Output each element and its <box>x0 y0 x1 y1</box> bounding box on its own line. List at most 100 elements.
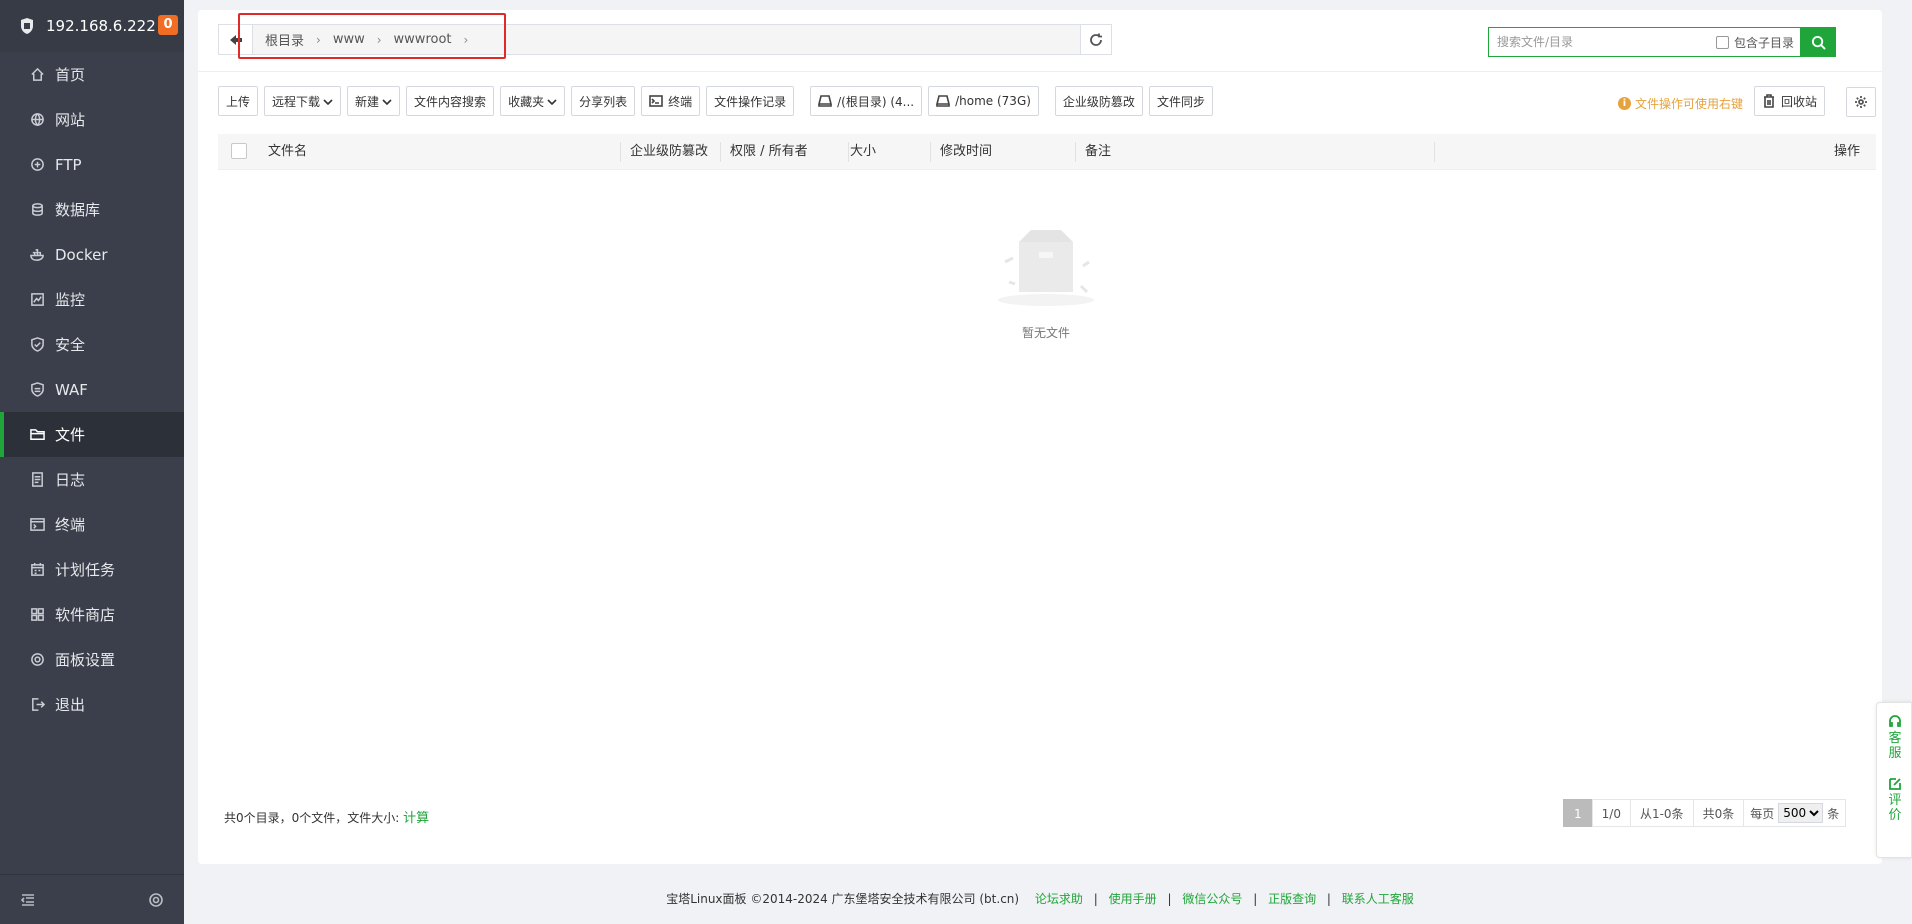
favorites-button[interactable]: 收藏夹 <box>500 86 566 116</box>
sidebar-item-label: 监控 <box>55 291 86 309</box>
include-subdir-label: 包含子目录 <box>1733 35 1794 50</box>
tamper-proof-button[interactable]: 企业级防篡改 <box>1054 86 1143 116</box>
sidebar-item-monitor[interactable]: 监控 <box>0 277 184 322</box>
search-box: 包含子目录 <box>1488 27 1836 57</box>
sidebar-item-website[interactable]: 网站 <box>0 97 184 142</box>
sidebar-item-ftp[interactable]: FTP <box>0 142 184 187</box>
customer-service-button[interactable]: 客 服 <box>1877 703 1912 761</box>
view-settings-button[interactable] <box>1846 87 1876 117</box>
gear-icon <box>29 652 45 668</box>
sidebar-item-label: FTP <box>55 155 82 174</box>
include-subdir-checkbox[interactable]: 包含子目录 <box>1715 34 1800 51</box>
per-page: 每页 500 条 <box>1743 799 1847 827</box>
sidebar-item-database[interactable]: 数据库 <box>0 187 184 232</box>
remote-download-label: 远程下载 <box>272 94 321 109</box>
per-page-unit: 条 <box>1827 806 1840 821</box>
sidebar-item-cron[interactable]: 计划任务 <box>0 547 184 592</box>
col-actions: 操作 <box>1833 144 1860 159</box>
waf-shield-icon <box>29 382 45 398</box>
search-icon <box>1811 35 1826 50</box>
right-click-tip: i 文件操作可使用右键 <box>1618 95 1743 112</box>
sidebar-item-label: 首页 <box>55 66 86 84</box>
checkbox-icon[interactable] <box>1715 35 1729 49</box>
bt-logo-icon <box>21 18 33 34</box>
review-char-2: 价 <box>1888 808 1902 823</box>
database-icon <box>29 202 45 218</box>
col-size[interactable]: 大小 <box>850 134 876 170</box>
content-search-button[interactable]: 文件内容搜索 <box>406 86 495 116</box>
breadcrumb-wwwroot[interactable]: wwwroot <box>388 32 458 47</box>
sidebar-item-docker[interactable]: Docker <box>0 232 184 277</box>
remote-download-button[interactable]: 远程下载 <box>264 86 342 116</box>
folder-icon <box>29 427 45 443</box>
footer-link-support[interactable]: 联系人工客服 <box>1342 892 1414 906</box>
terminal-button[interactable]: 终端 <box>641 86 701 116</box>
calculate-size-link[interactable]: 计算 <box>403 811 429 826</box>
sidebar-item-waf[interactable]: WAF <box>0 367 184 412</box>
headset-icon <box>1889 715 1901 727</box>
breadcrumb-www[interactable]: www <box>327 32 371 47</box>
sidebar-item-home[interactable]: 首页 <box>0 52 184 97</box>
sidebar-item-store[interactable]: 软件商店 <box>0 592 184 637</box>
chevron-right-icon[interactable]: › <box>458 33 475 47</box>
sidebar-item-logs[interactable]: 日志 <box>0 457 184 502</box>
breadcrumb-root[interactable]: 根目录 <box>259 30 310 49</box>
upload-button[interactable]: 上传 <box>218 86 259 116</box>
per-page-select[interactable]: 500 <box>1778 803 1824 823</box>
disk-home-label: /home (73G) <box>955 94 1031 108</box>
sidebar-item-settings[interactable]: 面板设置 <box>0 637 184 682</box>
sidebar-item-label: 网站 <box>55 111 86 129</box>
path-bar[interactable]: 根目录 › www › wwwroot › <box>218 24 1112 55</box>
sidebar-item-label: 软件商店 <box>55 606 116 624</box>
new-label: 新建 <box>355 94 380 109</box>
sidebar-item-label: 安全 <box>55 336 86 354</box>
sidebar-item-terminal[interactable]: 终端 <box>0 502 184 547</box>
disk-icon <box>818 94 833 108</box>
logout-icon <box>29 697 45 713</box>
disk-root-button[interactable]: /(根目录) (4... <box>810 86 923 116</box>
disk-home-button[interactable]: /home (73G) <box>928 86 1039 116</box>
tamper-label: 企业级防篡改 <box>1062 94 1135 109</box>
sidebar-item-security[interactable]: 安全 <box>0 322 184 367</box>
sidebar-item-label: 面板设置 <box>55 651 116 669</box>
footer-link-wechat[interactable]: 微信公众号 <box>1182 892 1242 906</box>
sidebar-item-label: WAF <box>55 380 88 399</box>
sidebar-footer <box>0 874 184 924</box>
col-mtime[interactable]: 修改时间 <box>940 134 992 170</box>
calendar-icon <box>29 562 45 578</box>
footer-link-license[interactable]: 正版查询 <box>1268 892 1316 906</box>
sidebar-item-label: 数据库 <box>55 201 101 219</box>
collapse-menu-icon[interactable] <box>20 892 36 908</box>
page-total: 共0条 <box>1692 799 1745 827</box>
per-page-label: 每页 <box>1750 806 1775 821</box>
sidebar-item-files[interactable]: 文件 <box>0 412 184 457</box>
sidebar-settings-icon[interactable] <box>148 892 164 908</box>
file-sync-button[interactable]: 文件同步 <box>1148 86 1213 116</box>
home-icon <box>29 67 45 83</box>
page-current[interactable]: 1 <box>1563 799 1593 827</box>
sidebar-item-label: 终端 <box>55 516 86 534</box>
search-button[interactable] <box>1800 27 1836 57</box>
share-list-button[interactable]: 分享列表 <box>571 86 636 116</box>
notification-badge[interactable]: 0 <box>158 15 178 35</box>
col-permission[interactable]: 权限 / 所有者 <box>730 134 808 170</box>
back-button[interactable] <box>219 25 253 54</box>
refresh-button[interactable] <box>1080 25 1111 54</box>
search-input[interactable] <box>1489 28 1716 56</box>
col-remark: 备注 <box>1085 144 1112 159</box>
col-filename[interactable]: 文件名 <box>268 134 307 170</box>
chevron-down-icon <box>382 96 392 106</box>
recycle-bin-button[interactable]: 回收站 <box>1754 86 1826 116</box>
footer-link-forum[interactable]: 论坛求助 <box>1035 892 1083 906</box>
review-button[interactable]: 评 价 <box>1877 761 1912 823</box>
new-button[interactable]: 新建 <box>347 86 401 116</box>
sync-label: 文件同步 <box>1156 94 1205 109</box>
footer-link-manual[interactable]: 使用手册 <box>1109 892 1157 906</box>
terminal-label: 终端 <box>668 94 693 109</box>
ftp-icon <box>29 157 45 173</box>
op-log-button[interactable]: 文件操作记录 <box>706 86 795 116</box>
select-all-checkbox[interactable] <box>231 143 247 159</box>
edit-icon <box>1889 778 1901 790</box>
disk-root-label: /(根目录) (4... <box>837 94 915 109</box>
sidebar-item-logout[interactable]: 退出 <box>0 682 184 727</box>
